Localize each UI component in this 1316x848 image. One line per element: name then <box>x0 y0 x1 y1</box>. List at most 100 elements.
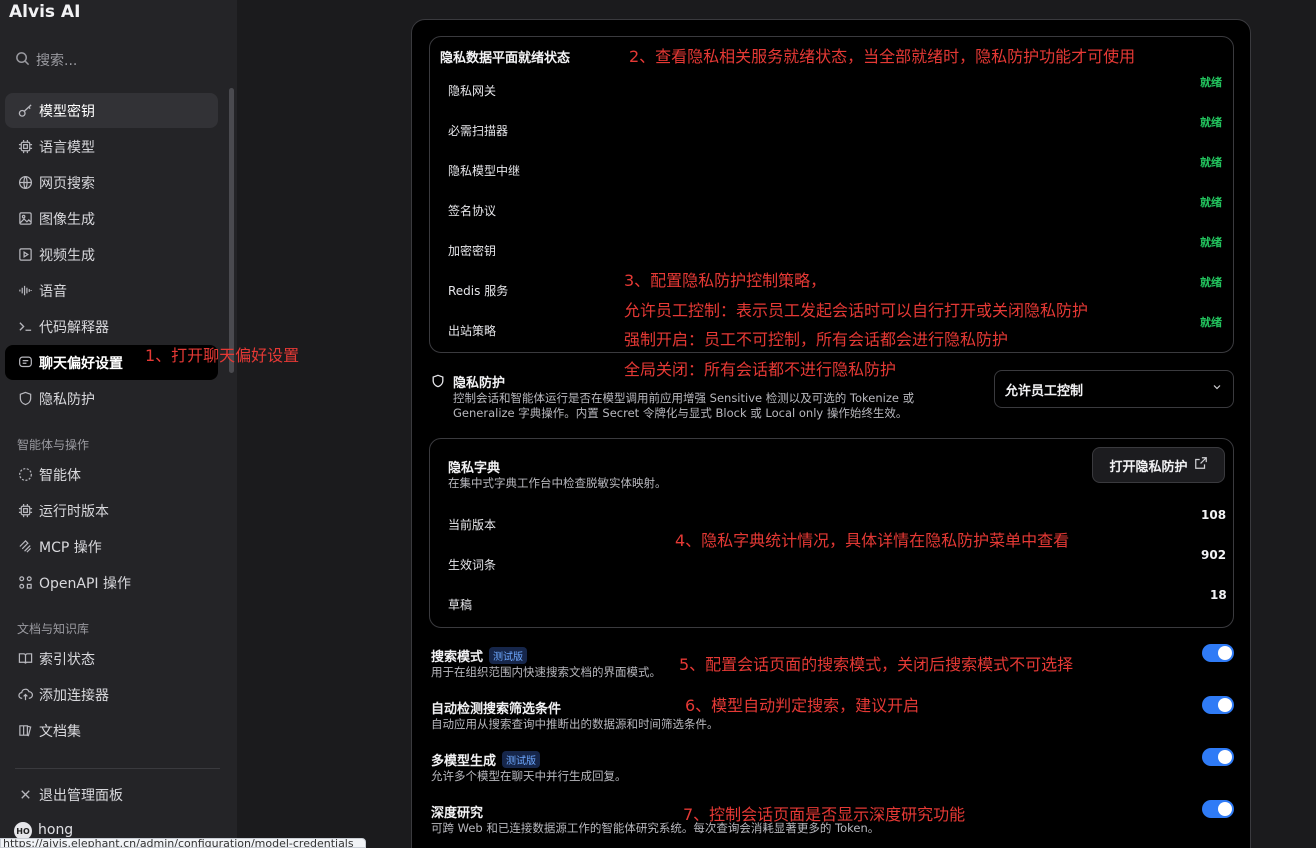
sidebar-item-image-generation[interactable]: 图像生成 <box>5 201 218 236</box>
select-value: 允许员工控制 <box>1005 383 1084 399</box>
key-icon <box>17 103 33 119</box>
openapi-icon <box>17 575 33 591</box>
setting-title-text: 搜索模式 <box>431 650 484 665</box>
sidebar-item-label: MCP 操作 <box>39 539 102 556</box>
deep-research-toggle[interactable] <box>1202 800 1234 818</box>
sidebar-item-voice[interactable]: 语音 <box>5 273 218 308</box>
terminal-icon <box>17 319 33 335</box>
sidebar-item-label: 索引状态 <box>39 651 95 668</box>
exit-label: 退出管理面板 <box>39 787 123 804</box>
setting-title-deep-research: 深度研究 <box>431 802 483 821</box>
sidebar-item-label: 运行时版本 <box>39 503 109 520</box>
open-privacy-protection-button[interactable]: 打开隐私防护 <box>1092 447 1225 483</box>
sidebar-item-code-interpreter[interactable]: 代码解释器 <box>5 309 218 344</box>
button-label: 打开隐私防护 <box>1109 459 1188 475</box>
chat-icon <box>17 355 33 371</box>
sidebar-item-label: OpenAPI 操作 <box>39 575 131 592</box>
sidebar-divider <box>15 768 220 769</box>
sidebar-item-index-status[interactable]: 索引状态 <box>5 641 218 676</box>
sidebar-item-agents[interactable]: 智能体 <box>5 457 218 492</box>
status-row-label: 签名协议 <box>448 204 497 218</box>
privacy-policy-select[interactable]: 允许员工控制 <box>994 370 1234 408</box>
stat-label: 草稿 <box>448 598 473 612</box>
files-icon <box>17 723 33 739</box>
search-input[interactable]: 搜索... <box>15 50 77 70</box>
setting-desc: 自动应用从搜索查询中推断出的数据源和时间筛选条件。 <box>431 717 719 731</box>
beta-badge: 测试版 <box>489 647 528 664</box>
stat-value: 18 <box>1210 588 1227 602</box>
setting-desc: 允许多个模型在聊天中并行生成回复。 <box>431 769 627 783</box>
annotation-7: 7、控制会话页面是否显示深度研究功能 <box>683 805 966 824</box>
privacy-dictionary-desc: 在集中式字典工作台中检查脱敏实体映射。 <box>448 476 667 490</box>
close-icon <box>17 787 33 803</box>
sidebar-item-label: 文档集 <box>39 723 81 740</box>
status-row-label: 必需扫描器 <box>448 124 509 138</box>
annotation-3-line4: 全局关闭：所有会话都不进行隐私防护 <box>624 360 897 379</box>
multi-model-toggle[interactable] <box>1202 748 1234 766</box>
chevron-down-icon <box>1211 381 1223 397</box>
sidebar-item-video-generation[interactable]: 视频生成 <box>5 237 218 272</box>
status-row-label: 隐私模型中继 <box>448 164 521 178</box>
sidebar-item-model-credentials[interactable]: 模型密钥 <box>5 93 218 128</box>
auto-filter-toggle[interactable] <box>1202 696 1234 714</box>
stat-label: 当前版本 <box>448 518 497 532</box>
cpu-icon <box>17 503 33 519</box>
agent-icon <box>17 467 33 483</box>
setting-title-text: 深度研究 <box>431 806 484 821</box>
sidebar-item-label: 代码解释器 <box>39 319 109 336</box>
sidebar-item-language-models[interactable]: 语言模型 <box>5 129 218 164</box>
external-link-icon <box>1194 456 1208 474</box>
stat-value: 108 <box>1201 508 1227 522</box>
sidebar-item-privacy-protection[interactable]: 隐私防护 <box>5 381 218 416</box>
sidebar-item-label: 模型密钥 <box>39 103 95 120</box>
annotation-1: 1、打开聊天偏好设置 <box>145 346 300 365</box>
search-icon <box>15 51 30 70</box>
exit-admin-panel-button[interactable]: 退出管理面板 <box>5 777 218 812</box>
sidebar-item-mcp-actions[interactable]: MCP 操作 <box>5 529 218 564</box>
sidebar-item-label: 添加连接器 <box>39 687 109 704</box>
setting-title-search-mode: 搜索模式 测试版 <box>431 646 528 665</box>
privacy-protection-title: 隐私防护 <box>453 376 506 391</box>
app-title: Alvis AI <box>9 2 81 22</box>
annotation-5: 5、配置会话页面的搜索模式，关闭后搜索模式不可选择 <box>679 655 1074 674</box>
sidebar-item-label: 图像生成 <box>39 211 95 228</box>
sidebar-item-web-search[interactable]: 网页搜索 <box>5 165 218 200</box>
sidebar-item-add-connector[interactable]: 添加连接器 <box>5 677 218 712</box>
status-badge: 就绪 <box>1200 76 1222 89</box>
shield-icon <box>431 373 445 388</box>
stat-label: 生效词条 <box>448 558 497 572</box>
shield-icon <box>17 391 33 407</box>
setting-desc: 用于在组织范围内快速搜索文档的界面模式。 <box>431 665 661 679</box>
privacy-protection-desc-line2: Generalize 字典操作。内置 Secret 令牌化与显式 Block 或… <box>453 406 908 420</box>
setting-title-multi-model: 多模型生成 测试版 <box>431 750 541 769</box>
privacy-dictionary-title: 隐私字典 <box>448 461 501 476</box>
search-placeholder: 搜索... <box>36 53 78 69</box>
annotation-3-line3: 强制开启：员工不可控制，所有会话都会进行隐私防护 <box>624 330 1009 349</box>
sidebar-item-label: 聊天偏好设置 <box>39 355 123 372</box>
status-row-label: Redis 服务 <box>448 284 509 298</box>
section-label-docs: 文档与知识库 <box>17 622 90 636</box>
status-row-label: 隐私网关 <box>448 84 497 98</box>
beta-badge: 测试版 <box>502 751 541 768</box>
sidebar-scrollbar[interactable] <box>229 88 234 373</box>
sidebar-item-document-sets[interactable]: 文档集 <box>5 713 218 748</box>
annotation-2: 2、查看隐私相关服务就绪状态，当全部就绪时，隐私防护功能才可使用 <box>629 47 1136 66</box>
book-icon <box>17 651 33 667</box>
sidebar-item-label: 语音 <box>39 283 67 300</box>
privacy-status-title: 隐私数据平面就绪状态 <box>440 51 571 66</box>
sidebar-item-runtime-versions[interactable]: 运行时版本 <box>5 493 218 528</box>
sidebar: Alvis AI 搜索... 模型密钥 语言模型 网页搜索 图像生成 视频生成 … <box>0 0 237 848</box>
username[interactable]: hong <box>38 822 73 838</box>
sidebar-item-label: 网页搜索 <box>39 175 95 192</box>
search-mode-toggle[interactable] <box>1202 644 1234 662</box>
status-badge: 就绪 <box>1200 156 1222 169</box>
sidebar-item-label: 隐私防护 <box>39 391 95 408</box>
sidebar-item-openapi-actions[interactable]: OpenAPI 操作 <box>5 565 218 600</box>
annotation-4: 4、隐私字典统计情况，具体详情在隐私防护菜单中查看 <box>675 531 1070 550</box>
status-badge: 就绪 <box>1200 316 1222 329</box>
sidebar-item-label: 智能体 <box>39 467 81 484</box>
section-label-agents: 智能体与操作 <box>17 438 90 452</box>
mcp-icon <box>17 539 33 555</box>
stat-value: 902 <box>1201 548 1227 562</box>
sidebar-item-label: 语言模型 <box>39 139 95 156</box>
